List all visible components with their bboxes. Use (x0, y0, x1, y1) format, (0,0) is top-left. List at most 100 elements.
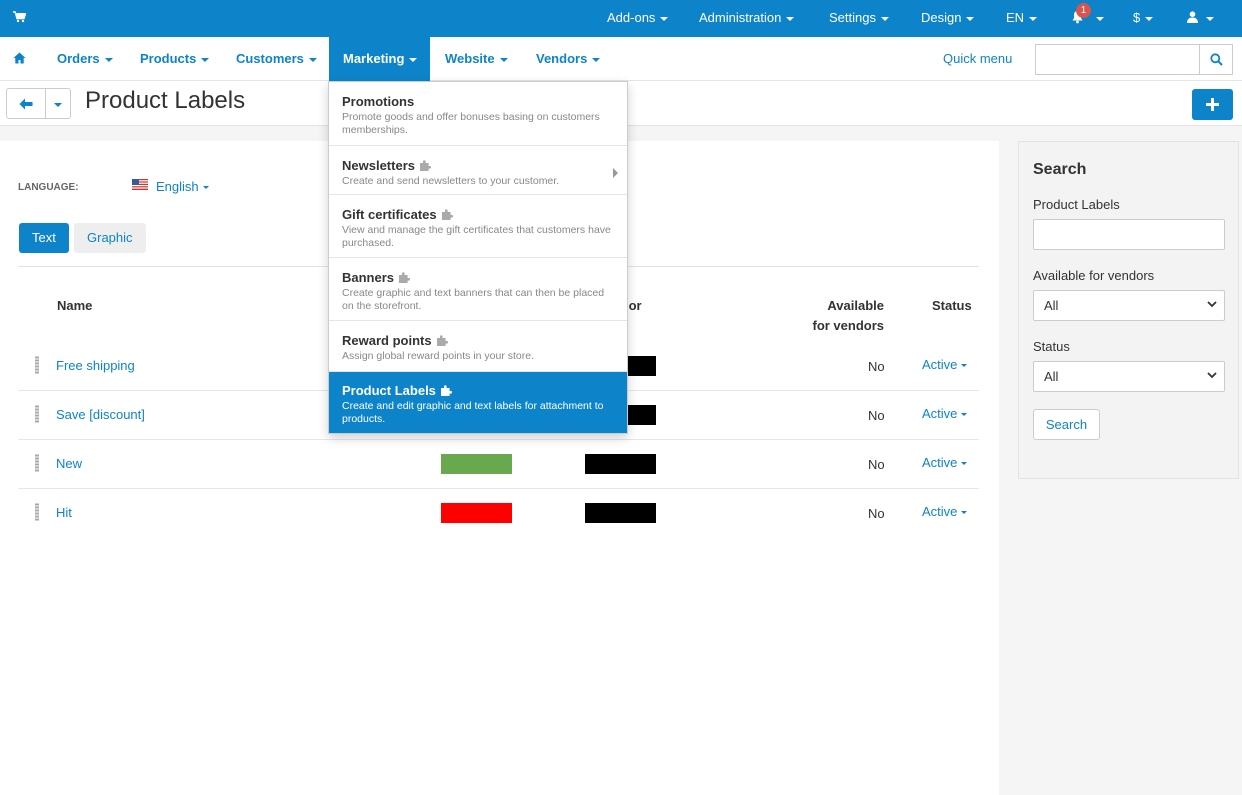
menu-item-banners[interactable]: Banners Create graphic and text banners … (329, 258, 627, 321)
user-menu[interactable] (1187, 0, 1214, 37)
status-filter-label: Status (1033, 339, 1070, 354)
addons-label: Add-ons (607, 10, 656, 25)
label-name-link[interactable]: Free shipping (56, 358, 135, 373)
nav-orders[interactable]: Orders (57, 37, 113, 81)
global-search-input[interactable] (1035, 44, 1201, 75)
chevron-down-icon (54, 102, 62, 107)
main-nav: Orders Products Customers Marketing Webs… (0, 37, 1242, 81)
menu-item-product-labels[interactable]: Product Labels Create and edit graphic a… (329, 372, 627, 433)
column-header-available-line1: Available (827, 298, 884, 313)
search-button[interactable]: Search (1033, 409, 1100, 440)
status-dropdown[interactable]: Active (922, 504, 968, 519)
chevron-down-icon (202, 186, 209, 190)
quick-menu-link[interactable]: Quick menu (943, 37, 1012, 81)
design-label: Design (921, 10, 962, 25)
nav-marketing[interactable]: Marketing (329, 37, 430, 81)
nav-website[interactable]: Website (445, 37, 508, 81)
label-name-link[interactable]: New (56, 456, 82, 471)
status-value: Active (922, 357, 958, 372)
add-label-button[interactable] (1192, 89, 1233, 120)
chevron-down-icon (104, 57, 113, 62)
nav-customers[interactable]: Customers (236, 37, 317, 81)
puzzle-icon (441, 209, 453, 220)
status-value: Active (922, 406, 958, 421)
search-sidebar: Search Product Labels Available for vend… (1018, 141, 1239, 479)
chevron-down-icon (1207, 301, 1217, 308)
chevron-down-icon (308, 57, 317, 62)
nav-website-label: Website (445, 51, 495, 66)
menu-item-newsletters[interactable]: Newsletters Create and send newsletters … (329, 146, 627, 195)
menu-item-description: Create and edit graphic and text labels … (342, 400, 604, 425)
administration-menu[interactable]: Administration (699, 0, 795, 37)
nav-customers-label: Customers (236, 51, 304, 66)
menu-item-description: Promote goods and offer bonuses basing o… (342, 111, 600, 136)
chevron-down-icon (592, 57, 601, 62)
chevron-down-icon (1096, 16, 1104, 21)
tab-text[interactable]: Text (19, 223, 69, 253)
nav-marketing-label: Marketing (343, 51, 405, 66)
nav-vendors[interactable]: Vendors (536, 37, 601, 81)
status-dropdown[interactable]: Active (922, 357, 968, 372)
drag-handle-icon[interactable] (35, 405, 39, 423)
user-icon (1187, 11, 1198, 23)
drag-handle-icon[interactable] (35, 454, 39, 472)
status-value: Active (922, 455, 958, 470)
label-name-link[interactable]: Save [discount] (56, 407, 145, 422)
status-dropdown[interactable]: Active (922, 406, 968, 421)
column-header-available-line2: for vendors (812, 318, 884, 333)
status-filter-select[interactable]: All (1033, 361, 1225, 392)
drag-handle-icon[interactable] (35, 503, 39, 521)
notification-badge: 1 (1076, 3, 1091, 18)
global-search-button[interactable] (1199, 44, 1233, 75)
home-icon[interactable] (13, 52, 26, 67)
column-header-name[interactable]: Name (57, 296, 92, 316)
language-code: EN (1006, 10, 1025, 25)
puzzle-icon (399, 272, 411, 283)
nav-products[interactable]: Products (140, 37, 210, 81)
language-value: English (156, 179, 199, 194)
drag-handle-icon[interactable] (35, 356, 39, 374)
menu-item-reward-points[interactable]: Reward points Assign global reward point… (329, 321, 627, 372)
back-button[interactable] (6, 88, 46, 119)
marketing-dropdown-menu: Promotions Promote goods and offer bonus… (328, 81, 628, 434)
text-color-swatch (585, 503, 656, 523)
label-name-link[interactable]: Hit (56, 505, 72, 520)
design-menu[interactable]: Design (921, 0, 975, 37)
product-labels-filter-input[interactable] (1033, 219, 1225, 250)
status-filter-value: All (1044, 369, 1059, 384)
vendors-filter-label: Available for vendors (1033, 268, 1155, 283)
menu-item-title: Banners (342, 270, 395, 285)
status-dropdown[interactable]: Active (922, 455, 968, 470)
menu-item-description: Create graphic and text banners that can… (342, 287, 605, 312)
menu-item-title: Product Labels (342, 383, 436, 398)
tab-graphic[interactable]: Graphic (74, 223, 146, 253)
settings-menu[interactable]: Settings (829, 0, 889, 37)
cart-icon[interactable] (13, 11, 27, 26)
chevron-down-icon (409, 57, 418, 62)
language-menu[interactable]: EN (1006, 0, 1038, 37)
submenu-arrow-icon (613, 168, 618, 178)
currency-menu[interactable]: $ (1133, 0, 1154, 37)
flag-icon (132, 179, 148, 190)
history-dropdown-button[interactable] (45, 88, 71, 119)
chevron-down-icon (786, 16, 795, 21)
language-selector[interactable]: English (156, 179, 209, 194)
product-labels-filter-label: Product Labels (1033, 197, 1120, 212)
arrow-left-icon (19, 98, 33, 110)
chevron-down-icon (1029, 16, 1038, 21)
search-icon (1210, 53, 1223, 66)
chevron-down-icon (961, 364, 968, 368)
puzzle-icon (440, 385, 452, 396)
menu-item-promotions[interactable]: Promotions Promote goods and offer bonus… (329, 82, 627, 146)
available-value: No (868, 359, 885, 374)
menu-item-title: Newsletters (342, 158, 415, 173)
addons-menu[interactable]: Add-ons (607, 0, 669, 37)
table-row: New No Active (18, 440, 979, 489)
menu-item-gift-certificates[interactable]: Gift certificates View and manage the gi… (329, 195, 627, 258)
vendors-filter-select[interactable]: All (1033, 290, 1225, 321)
chevron-down-icon (660, 16, 669, 21)
menu-item-description: View and manage the gift certificates th… (342, 224, 611, 249)
menu-item-title: Promotions (342, 94, 415, 109)
text-color-swatch (585, 454, 656, 474)
administration-label: Administration (699, 10, 782, 25)
